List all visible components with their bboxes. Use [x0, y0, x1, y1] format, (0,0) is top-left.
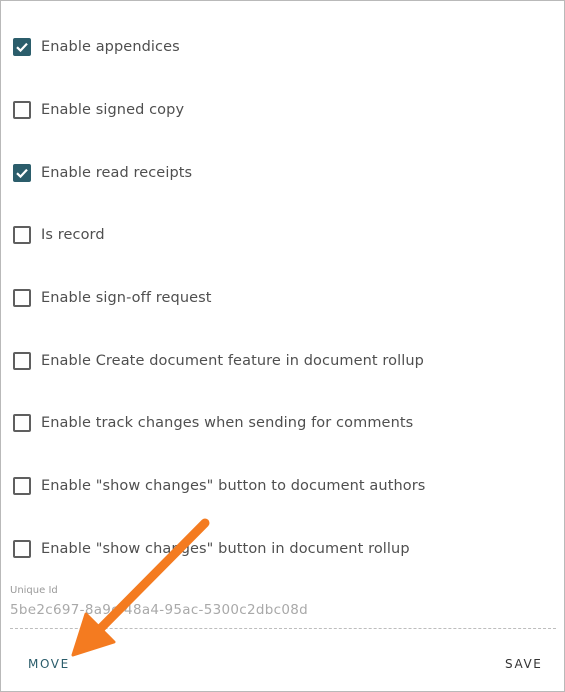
save-button[interactable]: SAVE [505, 657, 542, 671]
setting-enable-signed-copy[interactable]: Enable signed copy [13, 99, 184, 121]
checkbox[interactable] [13, 352, 31, 370]
checkbox[interactable] [13, 164, 31, 182]
setting-label: Enable track changes when sending for co… [41, 415, 414, 431]
move-button[interactable]: MOVE [28, 657, 70, 671]
setting-show-changes-rollup[interactable]: Enable "show changes" button in document… [13, 538, 410, 560]
checkmark-icon [16, 42, 28, 53]
checkmark-icon [16, 168, 28, 179]
unique-id-value: 5be2c697-8a9c-48a4-95ac-5300c2dbc08d [10, 602, 308, 618]
settings-panel: Enable appendices Enable signed copy Ena… [0, 0, 565, 692]
setting-label: Enable Create document feature in docume… [41, 353, 424, 369]
setting-label: Enable sign-off request [41, 290, 212, 306]
checkbox[interactable] [13, 414, 31, 432]
setting-label: Enable "show changes" button in document… [41, 541, 410, 557]
checkbox[interactable] [13, 226, 31, 244]
setting-label: Enable appendices [41, 39, 180, 55]
checkbox[interactable] [13, 101, 31, 119]
setting-show-changes-authors[interactable]: Enable "show changes" button to document… [13, 475, 425, 497]
setting-enable-track-changes[interactable]: Enable track changes when sending for co… [13, 412, 413, 434]
unique-id-underline [10, 628, 556, 629]
setting-is-record[interactable]: Is record [13, 224, 105, 246]
setting-label: Enable read receipts [41, 165, 193, 181]
setting-enable-appendices[interactable]: Enable appendices [13, 36, 180, 58]
setting-enable-read-receipts[interactable]: Enable read receipts [13, 162, 192, 184]
checkbox[interactable] [13, 38, 31, 56]
checkbox[interactable] [13, 289, 31, 307]
checkbox[interactable] [13, 540, 31, 558]
checkbox[interactable] [13, 477, 31, 495]
setting-label: Enable signed copy [41, 102, 185, 118]
unique-id-label: Unique Id [10, 585, 58, 596]
setting-enable-create-document-rollup[interactable]: Enable Create document feature in docume… [13, 350, 424, 372]
setting-label: Enable "show changes" button to document… [41, 478, 426, 494]
setting-label: Is record [41, 227, 105, 243]
setting-enable-sign-off-request[interactable]: Enable sign-off request [13, 287, 212, 309]
